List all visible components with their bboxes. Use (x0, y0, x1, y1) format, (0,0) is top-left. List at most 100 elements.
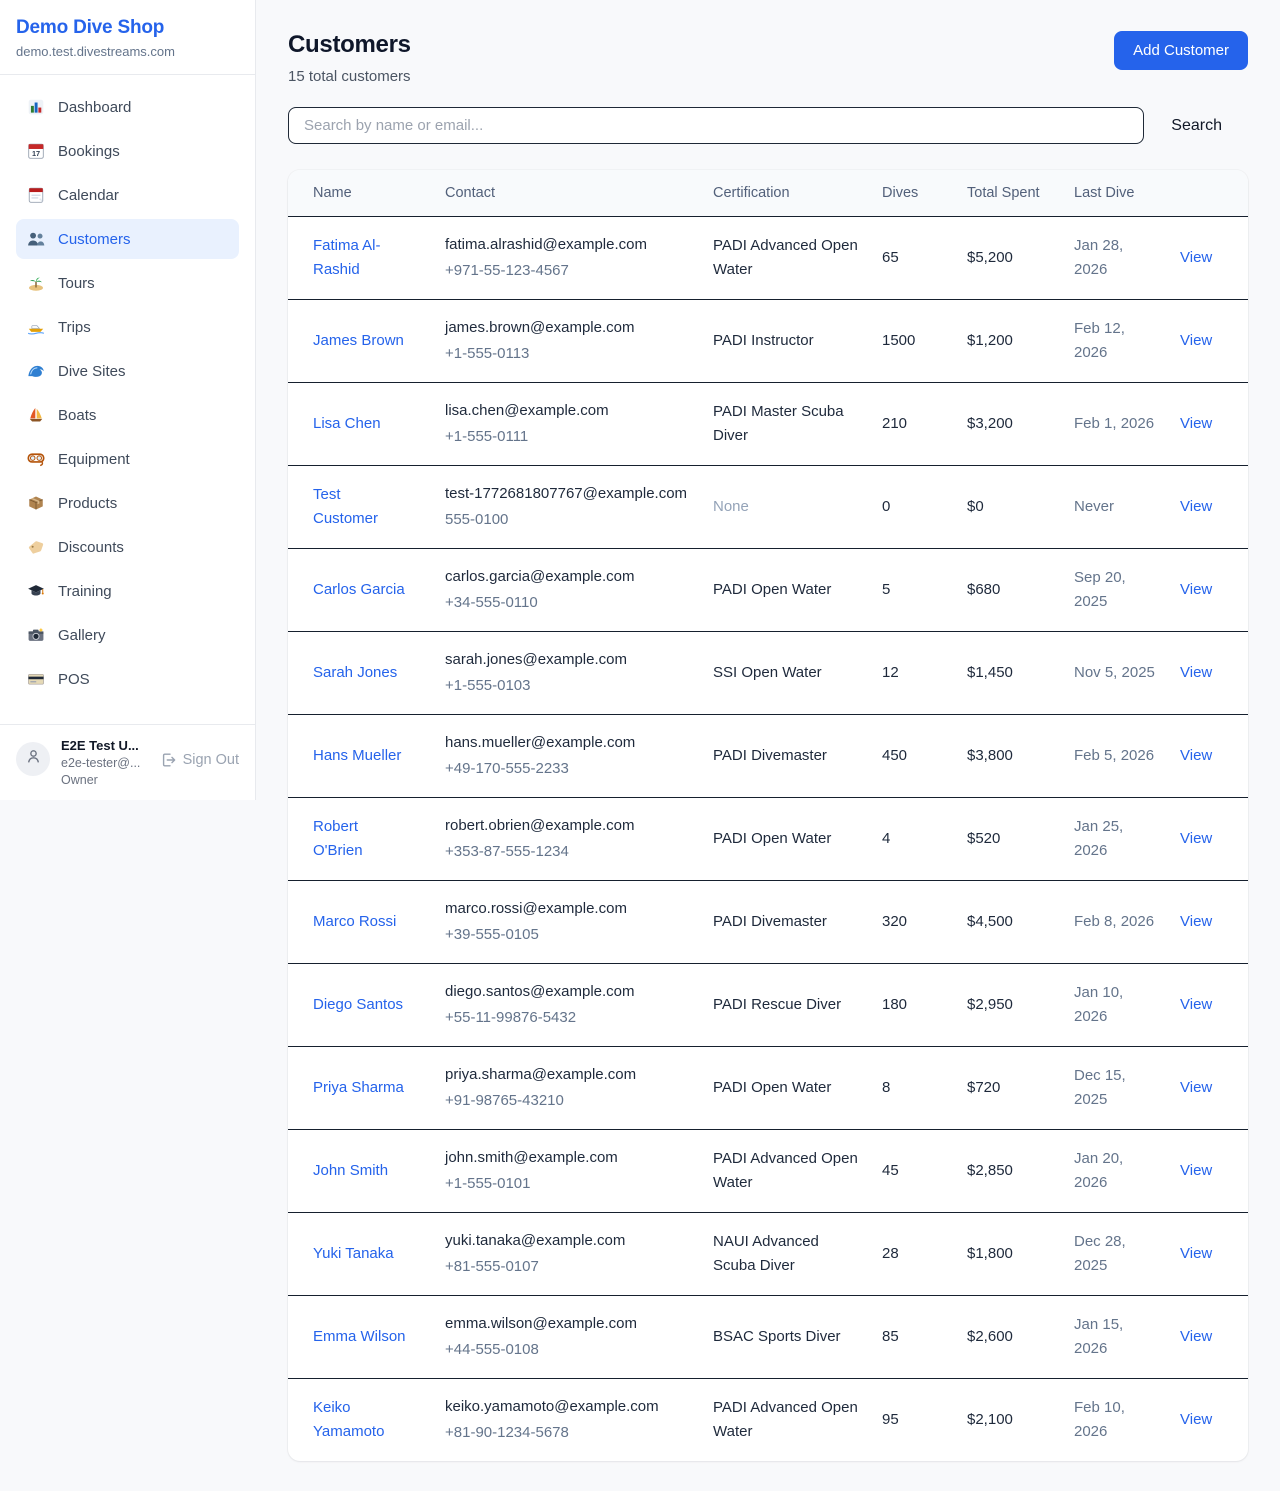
customer-name-link[interactable]: James Brown (313, 332, 404, 349)
customer-total-spent: $2,850 (955, 1130, 1062, 1213)
customer-phone: +39-555-0105 (445, 923, 689, 947)
customer-last-dive: Jan 10, 2026 (1062, 964, 1168, 1047)
sidebar-item-pos[interactable]: POS (16, 659, 239, 699)
column-header: Contact (433, 170, 701, 217)
customers-table-card: NameContactCertificationDivesTotal Spent… (288, 170, 1248, 1461)
bookings-calendar-icon: 17 (27, 142, 45, 160)
view-link[interactable]: View (1180, 996, 1212, 1013)
view-link[interactable]: View (1180, 581, 1212, 598)
view-link[interactable]: View (1180, 1162, 1212, 1179)
sidebar-item-dive-sites[interactable]: Dive Sites (16, 351, 239, 391)
view-link[interactable]: View (1180, 913, 1212, 930)
view-link[interactable]: View (1180, 664, 1212, 681)
customer-name-link[interactable]: Test Customer (313, 486, 378, 527)
search-bar: Search (288, 107, 1248, 144)
customer-name-link[interactable]: Diego Santos (313, 996, 403, 1013)
view-link[interactable]: View (1180, 249, 1212, 266)
view-link[interactable]: View (1180, 1328, 1212, 1345)
customer-phone: +34-555-0110 (445, 591, 689, 615)
sidebar-item-customers[interactable]: Customers (16, 219, 239, 259)
page-header: Customers 15 total customers Add Custome… (288, 31, 1248, 85)
search-input[interactable] (288, 107, 1144, 144)
customer-name-link[interactable]: Carlos Garcia (313, 581, 405, 598)
sidebar-item-discounts[interactable]: Discounts (16, 527, 239, 567)
customer-dives: 8 (870, 1047, 955, 1130)
customer-certification: PADI Divemaster (701, 715, 870, 798)
view-link[interactable]: View (1180, 830, 1212, 847)
customer-last-dive: Jan 15, 2026 (1062, 1296, 1168, 1379)
customer-phone: +44-555-0108 (445, 1338, 689, 1362)
customer-name-link[interactable]: Priya Sharma (313, 1079, 404, 1096)
customer-total-spent: $1,450 (955, 632, 1062, 715)
customer-total-spent: $2,100 (955, 1379, 1062, 1462)
sidebar-item-equipment[interactable]: Equipment (16, 439, 239, 479)
logout-icon (160, 752, 176, 768)
customer-total-spent: $1,200 (955, 300, 1062, 383)
customer-dives: 4 (870, 798, 955, 881)
customer-name-link[interactable]: Robert O'Brien (313, 818, 363, 859)
column-header: Total Spent (955, 170, 1062, 217)
customer-name-link[interactable]: Marco Rossi (313, 913, 396, 930)
customer-total-spent: $2,950 (955, 964, 1062, 1047)
customer-dives: 28 (870, 1213, 955, 1296)
customer-name-link[interactable]: Sarah Jones (313, 664, 397, 681)
brand-name: Demo Dive Shop (16, 17, 239, 39)
bar-chart-icon (27, 98, 45, 116)
customers-icon (27, 230, 45, 248)
user-name: E2E Test U... (61, 738, 140, 753)
customer-name-link[interactable]: Yuki Tanaka (313, 1245, 394, 1262)
view-link[interactable]: View (1180, 747, 1212, 764)
table-row: Hans Mueller hans.mueller@example.com +4… (288, 715, 1248, 798)
search-button[interactable]: Search (1144, 117, 1248, 135)
view-link[interactable]: View (1180, 415, 1212, 432)
sidebar-item-dashboard[interactable]: Dashboard (16, 87, 239, 127)
column-header: Name (288, 170, 433, 217)
customer-dives: 450 (870, 715, 955, 798)
sidebar-item-bookings[interactable]: 17 Bookings (16, 131, 239, 171)
customer-total-spent: $3,800 (955, 715, 1062, 798)
customer-name-link[interactable]: Keiko Yamamoto (313, 1399, 384, 1440)
customer-certification: PADI Instructor (701, 300, 870, 383)
customer-name-link[interactable]: Emma Wilson (313, 1328, 406, 1345)
customer-dives: 210 (870, 383, 955, 466)
customer-total-spent: $1,800 (955, 1213, 1062, 1296)
view-link[interactable]: View (1180, 1411, 1212, 1428)
column-header: Dives (870, 170, 955, 217)
customer-email: hans.mueller@example.com (445, 731, 689, 755)
view-link[interactable]: View (1180, 1079, 1212, 1096)
user-role: Owner (61, 773, 140, 787)
sidebar-item-training[interactable]: Training (16, 571, 239, 611)
wave-icon (27, 362, 45, 380)
sidebar-item-calendar[interactable]: Calendar (16, 175, 239, 215)
sidebar-item-trips[interactable]: Trips (16, 307, 239, 347)
customer-phone: +1-555-0101 (445, 1172, 689, 1196)
customer-phone: +1-555-0111 (445, 425, 689, 449)
table-row: Lisa Chen lisa.chen@example.com +1-555-0… (288, 383, 1248, 466)
customer-last-dive: Feb 8, 2026 (1062, 881, 1168, 964)
customer-total-spent: $720 (955, 1047, 1062, 1130)
credit-card-icon (27, 670, 45, 688)
customer-name-link[interactable]: Fatima Al-Rashid (313, 237, 381, 278)
sidebar-item-boats[interactable]: Boats (16, 395, 239, 435)
view-link[interactable]: View (1180, 332, 1212, 349)
customer-email: priya.sharma@example.com (445, 1063, 689, 1087)
customer-name-link[interactable]: Hans Mueller (313, 747, 401, 764)
customer-dives: 95 (870, 1379, 955, 1462)
sidebar-item-products[interactable]: Products (16, 483, 239, 523)
sidebar-item-gallery[interactable]: Gallery (16, 615, 239, 655)
view-link[interactable]: View (1180, 498, 1212, 515)
customer-total-spent: $520 (955, 798, 1062, 881)
add-customer-button[interactable]: Add Customer (1114, 31, 1248, 70)
view-link[interactable]: View (1180, 1245, 1212, 1262)
user-info: E2E Test U... e2e-tester@... Owner (61, 738, 140, 787)
user-section: E2E Test U... e2e-tester@... Owner Sign … (0, 724, 255, 800)
sign-out-button[interactable]: Sign Out (160, 752, 239, 768)
customer-name-link[interactable]: Lisa Chen (313, 415, 381, 432)
customer-dives: 12 (870, 632, 955, 715)
customer-total-spent: $0 (955, 466, 1062, 549)
customer-name-link[interactable]: John Smith (313, 1162, 388, 1179)
customer-phone: +91-98765-43210 (445, 1089, 689, 1113)
column-header (1168, 170, 1248, 217)
sidebar-item-tours[interactable]: Tours (16, 263, 239, 303)
customer-phone: +971-55-123-4567 (445, 259, 689, 283)
